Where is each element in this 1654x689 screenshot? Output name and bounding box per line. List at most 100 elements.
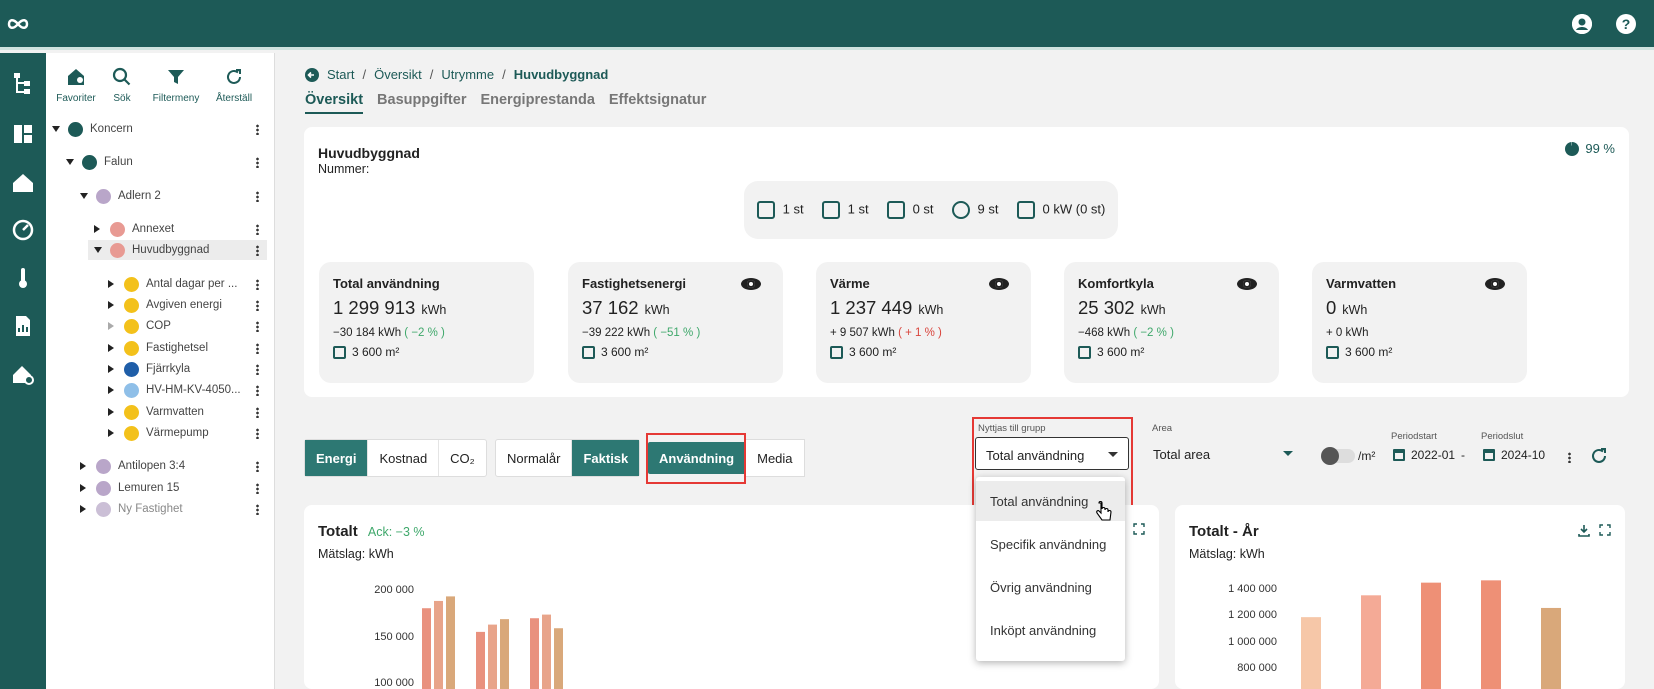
period-start-field[interactable]: 2022-01 - [1393,448,1465,462]
crumb-overview[interactable]: Översikt [374,67,422,82]
search-button[interactable]: Sök [92,67,152,104]
refresh-icon [227,69,241,84]
kpi-unit: kWh [1342,303,1368,317]
tab-overview[interactable]: Översikt [305,92,364,114]
tree-node[interactable]: Annexet [94,219,267,239]
gauge-icon[interactable] [10,217,36,243]
kpi-area: 3 600 m² [830,345,1017,359]
tree-node[interactable]: Adlern 2 [80,186,267,206]
eye-icon[interactable] [989,278,1009,290]
dropdown-option-purchased[interactable]: Inköpt användning [990,623,1096,638]
area-select[interactable]: Total area [1153,447,1293,462]
more-icon[interactable] [256,156,259,168]
expand-icon[interactable] [1599,524,1611,536]
more-icon[interactable] [256,299,259,311]
eye-icon[interactable] [741,278,761,290]
tree-node[interactable]: Antal dagar per ... [108,274,267,294]
kpi-card-comfort-cooling: Komfortkyla 25 302 kWh −468 kWh ( −2 % ) … [1064,262,1279,383]
tree-label: Koncern [90,123,133,135]
period-end-field[interactable]: 2024-10 [1483,448,1545,462]
dashboard-icon[interactable] [10,121,36,147]
highlight-box [646,433,746,484]
tree-node[interactable]: COP [108,316,267,336]
tree-node[interactable]: Falun [66,152,267,172]
count-meters: 9 st [951,201,999,219]
more-icon[interactable] [256,278,259,290]
building-icon [110,221,125,237]
tree-node[interactable]: Koncern [52,119,267,139]
more-icon[interactable] [256,190,259,202]
tree-node[interactable]: Fastighetsel [108,338,267,358]
chart-bar [542,614,551,689]
media-button[interactable]: Media [746,439,805,477]
normal-year-button[interactable]: Normalår [496,440,573,476]
more-icon[interactable] [256,503,259,515]
tree-node[interactable]: Fjärrkyla [108,359,267,379]
kpi-area-value: 3 600 m² [1345,345,1393,359]
more-icon[interactable] [256,363,259,375]
more-icon[interactable] [256,223,259,235]
energy-button[interactable]: Energi [305,440,369,476]
dropdown-option-specific[interactable]: Specifik användning [990,537,1106,552]
cost-button[interactable]: Kostnad [368,440,440,476]
count-buildings: 1 st [756,201,804,219]
kpi-number: 1 237 449 [830,297,913,318]
tab-power-signature[interactable]: Effektsignatur [609,92,707,114]
co2-button[interactable]: CO₂ [439,440,486,476]
account-icon[interactable] [1572,14,1592,34]
kpi-delta-value: + 9 507 kWh [830,327,895,339]
eye-icon[interactable] [1237,278,1257,290]
more-icon[interactable] [256,482,259,494]
tree-node[interactable]: Huvudbyggnad [88,240,267,260]
more-icon[interactable] [256,460,259,472]
back-arrow-icon[interactable] [305,67,319,82]
filter-button[interactable]: Filtermeny [146,67,206,104]
tree-node[interactable]: Antilopen 3:4 [80,456,267,476]
crumb-current: Huvudbyggnad [513,67,609,82]
chart-bar [422,608,431,689]
more-options-icon[interactable] [1568,452,1571,463]
expand-icon[interactable] [1133,523,1145,535]
help-icon[interactable]: ? [1616,14,1636,34]
dropdown-option-total[interactable]: Total användning [990,494,1088,509]
kpi-delta-pct: ( + 1 % ) [898,327,942,339]
building-icon[interactable] [10,170,36,196]
kpi-area: 3 600 m² [333,345,520,359]
per-m2-toggle[interactable] [1321,447,1355,465]
refresh-icon[interactable] [1589,446,1609,466]
more-icon[interactable] [256,406,259,418]
count-value: 1 st [782,201,804,217]
crumb-space[interactable]: Utrymme [441,67,494,82]
chart-ack: Ack: −3 % [367,525,425,539]
floors-icon [821,201,840,219]
reset-button[interactable]: Återställ [204,67,264,104]
more-icon[interactable] [256,244,259,256]
eye-icon[interactable] [1485,278,1505,290]
tree-node[interactable]: Lemuren 15 [80,478,267,498]
more-icon[interactable] [256,342,259,354]
crumb-start[interactable]: Start [327,67,354,82]
actual-button[interactable]: Faktisk [572,440,640,476]
more-icon[interactable] [256,384,259,396]
tree-label: Antal dagar per ... [146,278,238,290]
tree-icon[interactable] [10,70,36,96]
more-icon[interactable] [256,123,259,135]
tab-energy-performance[interactable]: Energiprestanda [480,92,594,114]
report-icon[interactable] [10,313,36,339]
download-icon[interactable] [1577,523,1591,537]
more-icon[interactable] [256,320,259,332]
tree-node[interactable]: HV-HM-KV-4050... [108,380,267,400]
tab-basic-data[interactable]: Basuppgifter [377,92,466,114]
tree-node[interactable]: Avgiven energi [108,295,267,315]
tree-node[interactable]: Ny Fastighet [80,499,267,519]
more-icon[interactable] [256,427,259,439]
count-value: 0 st [912,201,934,217]
app-logo-icon[interactable] [6,13,30,38]
settings-building-icon[interactable] [10,361,36,387]
tree-node[interactable]: Värmepump [108,423,267,443]
thermometer-icon[interactable] [10,265,36,291]
kpi-delta-pct: ( −2 % ) [404,327,445,339]
dropdown-option-other[interactable]: Övrig användning [990,580,1092,595]
counts-bar: 1 st 1 st 0 st 9 st 0 kW (0 st) [744,181,1118,239]
tree-node[interactable]: Varmvatten [108,402,267,422]
